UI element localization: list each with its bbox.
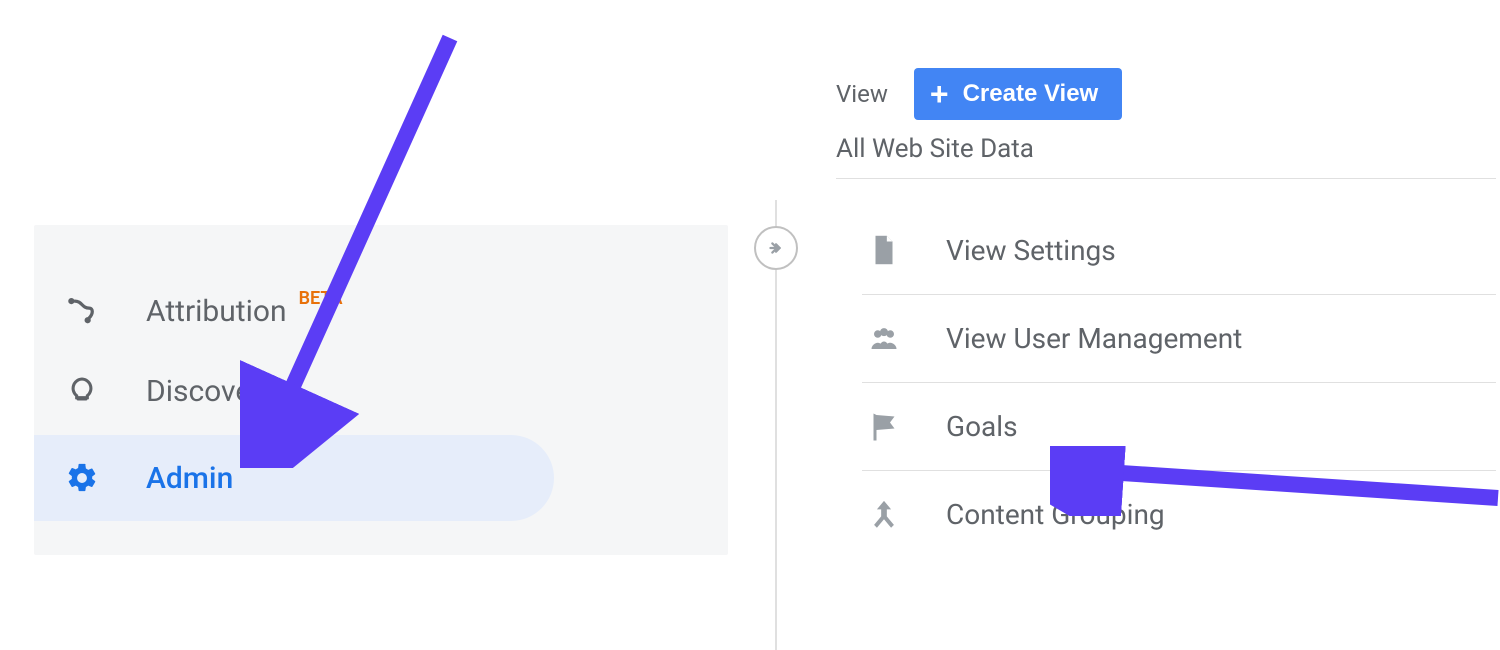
beta-badge: BETA — [299, 288, 343, 309]
nav-item-attribution[interactable]: Attribution BETA — [34, 271, 728, 351]
gear-icon — [64, 460, 100, 496]
flag-icon — [862, 409, 906, 445]
view-item-goals[interactable]: Goals — [862, 382, 1496, 470]
view-column-panel: View + Create View All Web Site Data Vie… — [752, 30, 1496, 623]
nav-label-attribution: Attribution — [146, 294, 287, 329]
view-item-user-management[interactable]: View User Management — [862, 294, 1496, 382]
create-view-button[interactable]: + Create View — [914, 68, 1122, 120]
view-item-label: View User Management — [946, 322, 1242, 355]
file-icon — [862, 233, 906, 267]
attribution-icon — [64, 293, 100, 329]
view-item-label: Content Grouping — [946, 498, 1165, 531]
lightbulb-icon — [64, 373, 100, 409]
create-view-label: Create View — [963, 80, 1099, 108]
nav-label-discover: Discover — [146, 374, 261, 409]
nav-item-admin[interactable]: Admin — [34, 435, 554, 521]
view-name-text: All Web Site Data — [836, 134, 1034, 164]
view-item-content-grouping[interactable]: Content Grouping — [862, 470, 1496, 558]
nav-label-admin: Admin — [146, 461, 233, 496]
view-dropdown-label[interactable]: View — [836, 80, 888, 108]
merge-icon — [862, 498, 906, 532]
divider — [836, 178, 1496, 179]
back-button[interactable] — [754, 226, 798, 270]
view-menu-list: View Settings View User Management Goals… — [862, 206, 1496, 558]
users-icon — [862, 324, 906, 354]
view-item-view-settings[interactable]: View Settings — [862, 206, 1496, 294]
nav-item-discover[interactable]: Discover — [34, 351, 728, 431]
view-item-label: Goals — [946, 410, 1018, 443]
view-header-row: View + Create View — [836, 68, 1122, 120]
plus-icon: + — [930, 78, 949, 110]
left-sidebar-panel: Attribution BETA Discover Admin — [34, 225, 728, 555]
view-item-label: View Settings — [946, 234, 1116, 267]
